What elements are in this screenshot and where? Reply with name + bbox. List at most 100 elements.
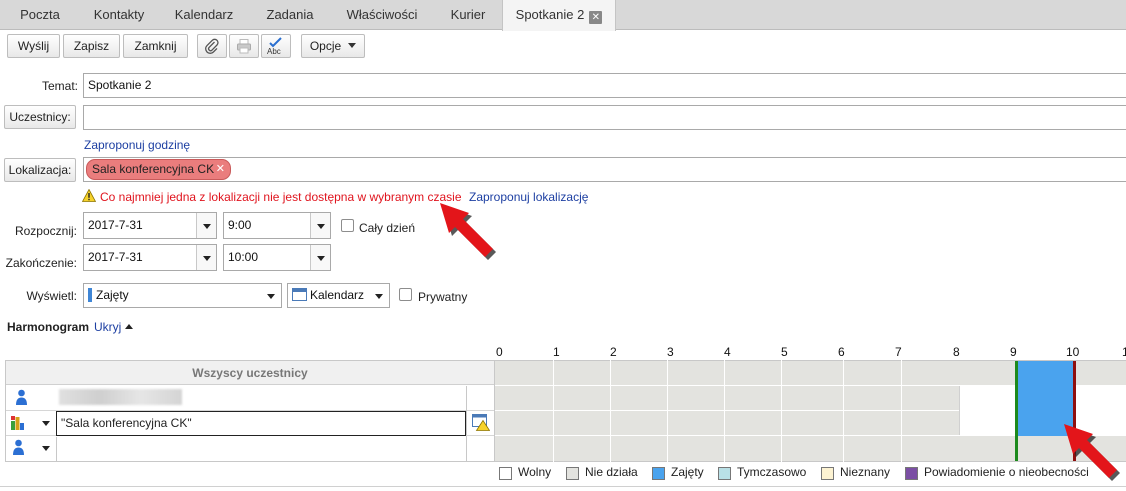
printer-icon	[237, 39, 251, 54]
paperclip-icon	[205, 38, 219, 54]
hour-label: 0	[496, 345, 503, 359]
calendar-value: Kalendarz	[310, 288, 365, 302]
chevron-down-icon[interactable]	[42, 421, 50, 426]
legend-away-swatch	[905, 467, 918, 480]
all-day-checkbox[interactable]	[341, 219, 354, 232]
tab-poczta[interactable]: Poczta	[0, 0, 80, 30]
options-button[interactable]: Opcje	[301, 34, 365, 58]
meeting-start-line	[1015, 361, 1018, 461]
hide-schedule-link[interactable]: Ukryj	[94, 320, 133, 334]
tab-kontakty[interactable]: Kontakty	[80, 0, 158, 30]
room-alert-icon[interactable]	[472, 414, 490, 431]
end-time-picker[interactable]: 10:00	[223, 244, 331, 271]
hour-label: 5	[781, 345, 788, 359]
location-button[interactable]: Lokalizacja:	[4, 158, 76, 182]
chevron-down-icon[interactable]	[42, 446, 50, 451]
person-icon	[16, 389, 27, 405]
all-attendees-header: Wszyscy uczestnicy	[6, 361, 494, 385]
close-icon[interactable]: ✕	[589, 11, 603, 24]
hour-label: 8	[953, 345, 960, 359]
hour-gridline	[610, 360, 611, 462]
schedule-title: Harmonogram	[7, 320, 90, 334]
chevron-down-icon	[375, 294, 383, 299]
start-date-picker[interactable]: 2017-7-31	[83, 212, 217, 239]
attendees-button[interactable]: Uczestnicy:	[4, 105, 76, 129]
chevron-up-icon	[124, 324, 133, 329]
hour-label: 4	[724, 345, 731, 359]
private-checkbox[interactable]	[399, 288, 412, 301]
hour-label: 9	[1010, 345, 1017, 359]
busy-swatch	[88, 288, 92, 302]
save-button[interactable]: Zapisz	[63, 34, 120, 58]
hour-gridline	[553, 360, 554, 462]
location-input[interactable]	[83, 157, 1126, 182]
hour-label: 7	[895, 345, 902, 359]
tab-zadania[interactable]: Zadania	[250, 0, 330, 30]
hour-label: 3	[667, 345, 674, 359]
hour-gridline	[843, 360, 844, 462]
start-time-picker[interactable]: 9:00	[223, 212, 331, 239]
chevron-down-icon[interactable]	[310, 213, 330, 238]
legend-away: Powiadomienie o nieobecności	[924, 465, 1089, 479]
tab-bar: Poczta Kontakty Kalendarz Zadania Właści…	[0, 0, 1126, 31]
suggest-time-link[interactable]: Zaproponuj godzinę	[84, 138, 190, 152]
tab-kalendarz[interactable]: Kalendarz	[158, 0, 250, 30]
attendees-input[interactable]	[83, 105, 1126, 130]
tab-kurier[interactable]: Kurier	[434, 0, 502, 30]
show-as-label: Wyświetl:	[26, 289, 77, 303]
legend-unknown: Nieznany	[840, 465, 891, 479]
legend-free: Wolny	[518, 465, 552, 479]
chevron-down-icon[interactable]	[310, 245, 330, 270]
room-icon	[11, 416, 24, 430]
options-label: Opcje	[309, 39, 342, 53]
hour-label: 6	[838, 345, 845, 359]
location-tag-label: Sala konferencyjna CK	[92, 162, 215, 176]
attach-button[interactable]	[197, 34, 227, 58]
red-arrow-icon	[440, 203, 496, 260]
room-attendee-input[interactable]: "Sala konferencyjna CK"	[56, 411, 466, 436]
close-button[interactable]: Zamknij	[123, 34, 188, 58]
subject-label: Temat:	[41, 79, 78, 93]
bottom-divider	[0, 486, 1126, 487]
calendar-dropdown[interactable]: Kalendarz	[287, 283, 390, 308]
legend-free-swatch	[499, 467, 512, 480]
hour-gridline	[724, 360, 725, 462]
location-tag[interactable]: Sala konferencyjna CK ✕	[86, 159, 231, 180]
remove-icon[interactable]: ✕	[216, 160, 225, 179]
tab-wlasciwosci[interactable]: Właściwości	[330, 0, 434, 30]
private-label: Prywatny	[418, 290, 468, 304]
chevron-down-icon[interactable]	[196, 213, 216, 238]
start-date-value: 2017-7-31	[88, 218, 143, 232]
spellcheck-button[interactable]: Abc	[261, 34, 291, 58]
hour-label: 1	[1122, 345, 1126, 359]
person-icon	[13, 439, 24, 455]
print-button[interactable]	[229, 34, 259, 58]
legend-tentative-swatch	[718, 467, 731, 480]
tab-spotkanie-2[interactable]: Spotkanie 2 ✕	[502, 0, 616, 31]
spellcheck-icon: Abc	[267, 37, 282, 56]
chevron-down-icon	[267, 294, 275, 299]
end-date-picker[interactable]: 2017-7-31	[83, 244, 217, 271]
send-button[interactable]: Wyślij	[7, 34, 60, 58]
chevron-down-icon[interactable]	[196, 245, 216, 270]
legend-off: Nie działa	[585, 465, 638, 479]
hour-gridline	[781, 360, 782, 462]
legend-busy-swatch	[652, 467, 665, 480]
hour-gridline	[667, 360, 668, 462]
calendar-icon	[292, 288, 307, 301]
legend-busy: Zajęty	[671, 465, 704, 479]
legend-tentative: Tymczasowo	[737, 465, 807, 479]
hour-label: 2	[610, 345, 617, 359]
organizer-name-blurred	[59, 389, 182, 405]
end-label: Zakończenie:	[5, 256, 77, 270]
start-time-value: 9:00	[228, 218, 252, 232]
end-date-value: 2017-7-31	[88, 250, 143, 264]
hour-gridline	[901, 360, 902, 462]
show-as-dropdown[interactable]: Zajęty	[83, 283, 282, 308]
subject-input[interactable]: Spotkanie 2	[83, 73, 1126, 98]
legend-off-swatch	[566, 467, 579, 480]
chevron-down-icon	[348, 43, 357, 48]
table-row	[6, 436, 494, 461]
all-day-label: Cały dzień	[359, 221, 416, 235]
location-warning: Co najmniej jedna z lokalizacji nie jest…	[100, 190, 462, 204]
